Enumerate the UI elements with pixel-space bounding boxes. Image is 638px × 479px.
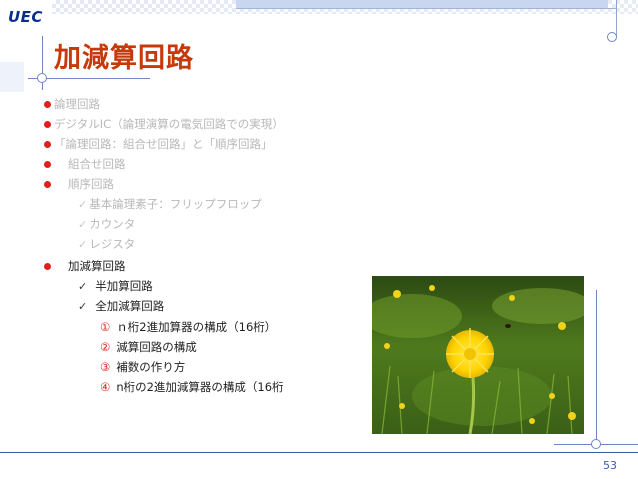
bullet-add-sub-circuit: 加減算回路	[44, 259, 126, 273]
subitem-label: 基本論理素子：フリップフロップ	[89, 197, 262, 211]
circled-number: ③	[100, 360, 111, 374]
footer-rule	[0, 452, 638, 453]
photo-frame-rule-vertical	[596, 290, 597, 448]
subitem-label: 全加減算回路	[95, 299, 165, 313]
bullet-dot	[44, 181, 51, 188]
check-icon: ✓	[78, 218, 88, 231]
bullet-dot	[44, 141, 51, 148]
bullet-label: 論理回路	[54, 97, 100, 111]
corner-circle-title	[37, 73, 47, 83]
subitem-label: レジスタ	[89, 237, 136, 251]
check-icon: ✓	[78, 300, 88, 313]
subitem-flipflop: ✓ 基本論理素子：フリップフロップ	[78, 197, 262, 212]
numbered-label: 補数の作り方	[116, 360, 186, 374]
bullet-dot	[44, 101, 51, 108]
circled-number: ②	[100, 340, 111, 354]
bullet-circuit-types: 「論理回路：組合せ回路」と「順序回路」	[44, 137, 273, 151]
subitem-register: ✓ レジスタ	[78, 237, 135, 252]
dandelion-image	[372, 276, 584, 434]
circled-number: ①	[100, 320, 111, 334]
circled-number: ④	[100, 380, 111, 394]
bullet-dot	[44, 263, 51, 270]
bullet-label: 「論理回路：組合せ回路」と「順序回路」	[54, 137, 273, 151]
bullet-dot	[44, 121, 51, 128]
bullet-logic-circuit: 論理回路	[44, 97, 100, 111]
header-rule	[236, 8, 616, 9]
subitem-counter: ✓ カウンタ	[78, 217, 135, 232]
numbered-label: ｎ桁2進加算器の構成（16桁）	[116, 320, 277, 334]
numbered-item-2: ② 減算回路の構成	[100, 340, 197, 354]
slide-title: 加減算回路	[54, 43, 194, 74]
bullet-dot	[44, 161, 51, 168]
numbered-item-4: ④ n桁の2進加減算器の構成（16桁	[100, 380, 284, 394]
numbered-item-3: ③ 補数の作り方	[100, 360, 185, 374]
subitem-label: 半加算回路	[95, 279, 153, 293]
bullet-label: 加減算回路	[68, 259, 126, 273]
bullet-label: デジタルIC（論理演算の電気回路での実現）	[54, 117, 284, 131]
bullet-label: 組合せ回路	[68, 157, 126, 171]
subitem-label: カウンタ	[89, 217, 136, 231]
numbered-label: n桁の2進加減算器の構成（16桁	[116, 380, 284, 394]
corner-circle-top-right	[607, 32, 617, 42]
bullet-sequential: 順序回路	[44, 177, 114, 191]
uec-logo: UEC	[8, 8, 43, 26]
corner-circle-photo	[591, 439, 601, 449]
bullet-combinational: 組合せ回路	[44, 157, 126, 171]
sidebar-band	[0, 62, 24, 92]
numbered-label: 減算回路の構成	[116, 340, 197, 354]
header-bar	[236, 0, 608, 8]
check-icon: ✓	[78, 198, 88, 211]
check-icon: ✓	[78, 238, 88, 251]
subitem-half-adder: ✓ 半加算回路	[78, 279, 153, 294]
dandelion-photo	[372, 276, 584, 434]
check-icon: ✓	[78, 280, 88, 293]
bullet-digital-ic: デジタルIC（論理演算の電気回路での実現）	[44, 117, 284, 131]
subitem-full-add-sub: ✓ 全加減算回路	[78, 299, 164, 314]
header-right-rule	[616, 0, 617, 36]
bullet-label: 順序回路	[68, 177, 114, 191]
page-number: 53	[603, 459, 617, 472]
numbered-item-1: ① ｎ桁2進加算器の構成（16桁）	[100, 320, 276, 334]
